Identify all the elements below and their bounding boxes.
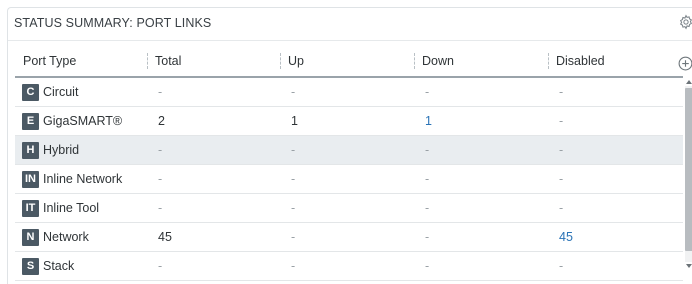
port-type-name: Circuit: [43, 85, 79, 99]
total-value: 2: [158, 114, 165, 128]
panel-title: STATUS SUMMARY: PORT LINKS: [14, 16, 212, 30]
scroll-thumb[interactable]: [685, 88, 692, 251]
up-value: -: [291, 85, 296, 99]
status-summary-panel: STATUS SUMMARY: PORT LINKS Port Type Tot…: [7, 7, 692, 284]
table-row[interactable]: IT Inline Tool - - - -: [15, 193, 683, 223]
table-row[interactable]: IN Inline Network - - - -: [15, 164, 683, 194]
down-value: -: [425, 259, 430, 273]
port-type-name: Inline Network: [43, 172, 123, 186]
port-type-name: Network: [43, 230, 89, 244]
up-value: -: [291, 172, 296, 186]
scroll-up-arrow-icon[interactable]: [686, 80, 692, 84]
table-row[interactable]: C Circuit - - - -: [15, 77, 683, 107]
disabled-value-link[interactable]: 45: [548, 230, 573, 244]
port-type-badge: E: [22, 112, 39, 130]
gear-icon[interactable]: [678, 14, 692, 30]
disabled-value: -: [559, 259, 564, 273]
port-type-badge: S: [22, 257, 39, 275]
port-type-badge: H: [22, 141, 39, 159]
port-type-name: GigaSMART®: [43, 114, 123, 128]
column-header-total[interactable]: Total: [147, 45, 280, 78]
up-value: -: [291, 230, 296, 244]
port-type-name: Hybrid: [43, 143, 80, 157]
down-value: -: [425, 143, 430, 157]
up-value: -: [291, 201, 296, 215]
up-value: -: [291, 143, 296, 157]
table-scrollbar[interactable]: [683, 78, 692, 272]
up-value: 1: [291, 114, 298, 128]
total-value: -: [158, 172, 163, 186]
total-value: -: [158, 85, 163, 99]
down-value: -: [425, 85, 430, 99]
down-value: -: [425, 172, 430, 186]
column-header-down[interactable]: Down: [414, 45, 548, 78]
down-value-link[interactable]: 1: [414, 114, 432, 128]
table-header-row: Port Type Total Up Down Disabled: [15, 45, 683, 78]
column-header-disabled[interactable]: Disabled: [548, 45, 683, 78]
down-value: -: [425, 230, 430, 244]
port-links-table-container: Port Type Total Up Down Disabled C Circui…: [15, 45, 683, 281]
total-value: 45: [158, 230, 172, 244]
disabled-value: -: [559, 143, 564, 157]
table-row[interactable]: E GigaSMART® 2 1 1 -: [15, 106, 683, 136]
port-type-name: Inline Tool: [43, 201, 100, 215]
port-type-name: Stack: [43, 259, 75, 273]
down-value: -: [425, 201, 430, 215]
port-type-badge: N: [22, 228, 39, 246]
panel-header: STATUS SUMMARY: PORT LINKS: [8, 8, 692, 41]
port-type-badge: IT: [22, 199, 39, 217]
disabled-value: -: [559, 201, 564, 215]
column-header-up[interactable]: Up: [280, 45, 414, 78]
port-type-badge: C: [22, 83, 39, 101]
column-header-port-type[interactable]: Port Type: [15, 45, 147, 78]
port-links-table: Port Type Total Up Down Disabled C Circui…: [15, 45, 683, 281]
table-row-selected[interactable]: H Hybrid - - - -: [15, 135, 683, 165]
disabled-value: -: [559, 85, 564, 99]
total-value: -: [158, 143, 163, 157]
port-type-badge: IN: [22, 170, 39, 188]
total-value: -: [158, 259, 163, 273]
plus-circle-icon[interactable]: [678, 56, 692, 71]
scroll-down-arrow-icon[interactable]: [686, 264, 692, 268]
total-value: -: [158, 201, 163, 215]
up-value: -: [291, 259, 296, 273]
disabled-value: -: [559, 172, 564, 186]
disabled-value: -: [559, 114, 564, 128]
table-row[interactable]: S Stack - - - -: [15, 251, 683, 281]
table-row[interactable]: N Network 45 - - 45: [15, 222, 683, 252]
